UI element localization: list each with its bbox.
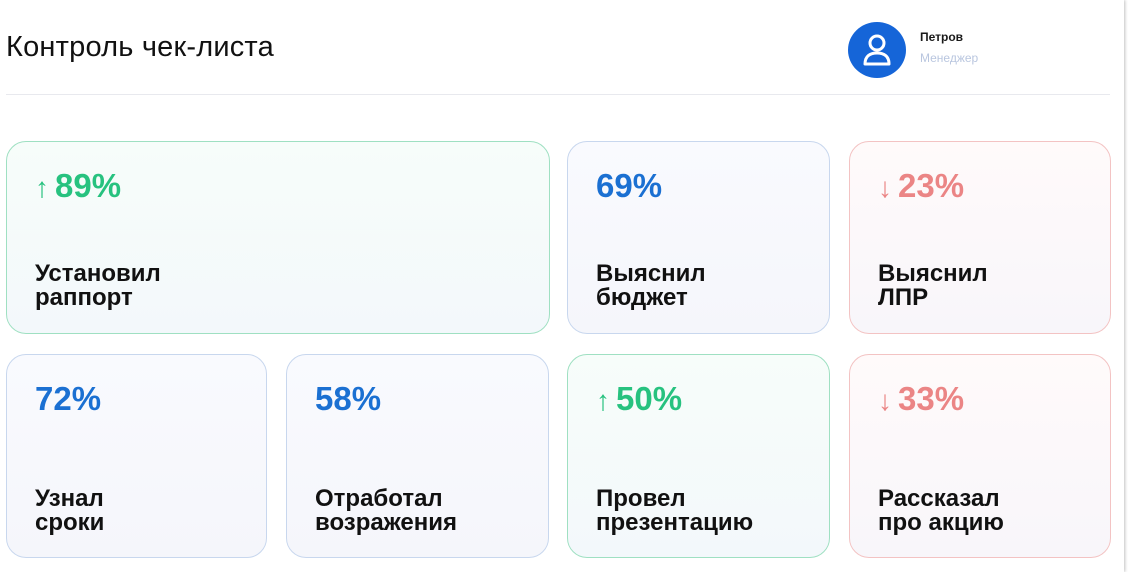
user-avatar[interactable] [848, 22, 906, 78]
metric-label: Рассказал про акцию [878, 487, 1004, 535]
metric-label-line2: сроки [35, 509, 105, 536]
trend-down-icon: ↓ [878, 385, 892, 416]
metric-card-objections[interactable]: 58% Отработал возражения [286, 354, 549, 558]
metric-label-line2: про акцию [878, 509, 1004, 536]
metric-card-rapport[interactable]: ↑ 89% Установил раппорт [6, 141, 550, 334]
metric-percent: 50% [616, 380, 683, 417]
page-title: Контроль чек-листа [6, 31, 274, 63]
metric-value: 69% [596, 166, 662, 206]
metric-percent: 69% [596, 167, 663, 204]
metric-percent: 33% [898, 380, 965, 417]
metric-value: ↓ 23% [878, 166, 964, 208]
checklist-page: Контроль чек-листа Петров Менеджер ↑ 89% … [0, 0, 1124, 572]
metric-percent: 89% [55, 167, 122, 204]
metric-value: 72% [35, 379, 101, 419]
metric-card-deadlines[interactable]: 72% Узнал сроки [6, 354, 267, 558]
metric-label: Отработал возражения [315, 487, 457, 535]
metric-percent: 58% [315, 380, 382, 417]
user-role: Менеджер [920, 51, 979, 65]
metric-percent: 72% [35, 380, 102, 417]
user-name: Петров [920, 30, 964, 44]
metric-card-budget[interactable]: 69% Выяснил бюджет [567, 141, 830, 334]
metric-label-line2: презентацию [596, 509, 754, 536]
metric-card-presentation[interactable]: ↑ 50% Провел презентацию [567, 354, 830, 558]
metric-value: 58% [315, 379, 381, 419]
metric-value: ↑ 50% [596, 379, 682, 421]
metric-label-line1: Провел [596, 485, 686, 512]
metric-value: ↑ 89% [35, 166, 121, 208]
metric-label: Установил раппорт [35, 262, 161, 310]
metric-label-line1: Отработал [315, 485, 443, 512]
metric-label: Узнал сроки [35, 487, 104, 535]
metric-label: Выяснил ЛПР [878, 262, 988, 310]
trend-up-icon: ↑ [35, 172, 49, 203]
header-divider [6, 94, 1110, 95]
trend-down-icon: ↓ [878, 172, 892, 203]
metric-card-promotion[interactable]: ↓ 33% Рассказал про акцию [849, 354, 1111, 558]
metric-label: Провел презентацию [596, 487, 753, 535]
metric-label: Выяснил бюджет [596, 262, 706, 310]
trend-up-icon: ↑ [596, 385, 610, 416]
metric-percent: 23% [898, 167, 965, 204]
metric-label-line2: возражения [315, 509, 458, 536]
metric-label-line2: ЛПР [878, 284, 929, 311]
metric-label-line2: бюджет [596, 284, 688, 311]
metric-label-line1: Выяснил [878, 260, 988, 287]
metric-value: ↓ 33% [878, 379, 964, 421]
metric-label-line1: Выяснил [596, 260, 706, 287]
metric-label-line2: раппорт [35, 284, 133, 311]
metric-card-decision-maker[interactable]: ↓ 23% Выяснил ЛПР [849, 141, 1111, 334]
metric-label-line1: Узнал [35, 485, 104, 512]
metric-label-line1: Установил [35, 260, 161, 287]
user-icon [863, 34, 891, 66]
metric-label-line1: Рассказал [878, 485, 1000, 512]
